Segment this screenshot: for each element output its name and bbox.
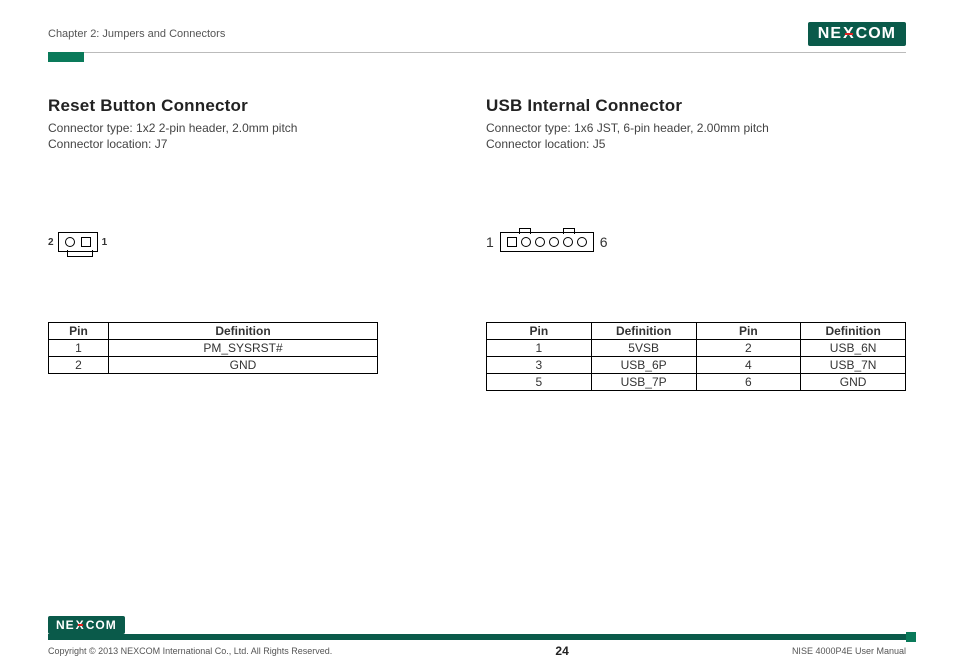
brand-left: NE (818, 25, 842, 43)
accent-bar (48, 52, 84, 62)
reset-connector-diagram: 2 1 (48, 232, 107, 252)
reset-title: Reset Button Connector (48, 96, 446, 116)
cell-pin: 1 (49, 340, 109, 357)
pin-circle-icon (65, 237, 75, 247)
table-row: 5 USB_7P 6 GND (487, 374, 906, 391)
table-row: 1 5VSB 2 USB_6N (487, 340, 906, 357)
manual-name: NISE 4000P4E User Manual (792, 646, 906, 656)
cell-def: USB_7N (801, 357, 906, 374)
cell-pin: 6 (696, 374, 801, 391)
cell-pin: 4 (696, 357, 801, 374)
copyright-text: Copyright © 2013 NEXCOM International Co… (48, 646, 332, 656)
table-row: 3 USB_6P 4 USB_7N (487, 357, 906, 374)
cell-pin: 2 (49, 357, 109, 374)
content-columns: Reset Button Connector Connector type: 1… (48, 96, 906, 391)
reset-type-line: Connector type: 1x2 2-pin header, 2.0mm … (48, 120, 446, 136)
cell-def: 5VSB (591, 340, 696, 357)
page-header: Chapter 2: Jumpers and Connectors NEXCOM (48, 20, 906, 48)
table-header-row: Pin Definition Pin Definition (487, 323, 906, 340)
cell-pin: 2 (696, 340, 801, 357)
footer-text-row: Copyright © 2013 NEXCOM International Co… (48, 644, 906, 658)
footer-logo-row: NEXCOM (48, 616, 906, 634)
usb-connector-diagram: 1 6 (486, 232, 608, 252)
cell-def: USB_7P (591, 374, 696, 391)
header-rule (48, 52, 906, 53)
reset-connector-icon (58, 232, 98, 252)
col-pin: Pin (49, 323, 109, 340)
brand-x-icon: X (843, 25, 855, 43)
usb-connector-icon (500, 232, 594, 252)
col-definition: Definition (801, 323, 906, 340)
brand-right: COM (856, 25, 896, 43)
brand-logo: NEXCOM (808, 22, 906, 46)
cell-pin: 5 (487, 374, 592, 391)
chapter-label: Chapter 2: Jumpers and Connectors (48, 28, 225, 40)
brand-right: COM (86, 618, 117, 632)
reset-pin2-label: 2 (48, 237, 54, 248)
pin-square-icon (81, 237, 91, 247)
footer-accent-bar (48, 634, 906, 640)
cell-def: GND (109, 357, 378, 374)
brand-x-icon: X (76, 618, 85, 632)
usb-location-line: Connector location: J5 (486, 136, 906, 152)
reset-location-line: Connector location: J7 (48, 136, 446, 152)
reset-connector-section: Reset Button Connector Connector type: 1… (48, 96, 446, 391)
col-definition: Definition (109, 323, 378, 340)
page-number: 24 (555, 644, 568, 658)
reset-diagram-area: 2 1 (48, 182, 446, 302)
usb-type-line: Connector type: 1x6 JST, 6-pin header, 2… (486, 120, 906, 136)
cell-def: PM_SYSRST# (109, 340, 378, 357)
table-row: 1 PM_SYSRST# (49, 340, 378, 357)
usb-connector-section: USB Internal Connector Connector type: 1… (486, 96, 906, 391)
col-definition: Definition (591, 323, 696, 340)
usb-pin1-label: 1 (486, 234, 494, 250)
col-pin: Pin (696, 323, 801, 340)
col-pin: Pin (487, 323, 592, 340)
brand-logo-footer: NEXCOM (48, 616, 125, 634)
brand-left: NE (56, 618, 75, 632)
cell-def: USB_6N (801, 340, 906, 357)
cell-def: USB_6P (591, 357, 696, 374)
cell-pin: 3 (487, 357, 592, 374)
usb-title: USB Internal Connector (486, 96, 906, 116)
table-row: 2 GND (49, 357, 378, 374)
reset-pin-table: Pin Definition 1 PM_SYSRST# 2 GND (48, 322, 378, 374)
reset-pin1-label: 1 (102, 237, 108, 248)
usb-pin-table: Pin Definition Pin Definition 1 5VSB 2 U… (486, 322, 906, 391)
usb-pin-row-icon (507, 237, 587, 247)
table-header-row: Pin Definition (49, 323, 378, 340)
cell-def: GND (801, 374, 906, 391)
page-footer: NEXCOM Copyright © 2013 NEXCOM Internati… (48, 616, 906, 658)
cell-pin: 1 (487, 340, 592, 357)
usb-pin6-label: 6 (600, 234, 608, 250)
usb-diagram-area: 1 6 (486, 182, 906, 302)
